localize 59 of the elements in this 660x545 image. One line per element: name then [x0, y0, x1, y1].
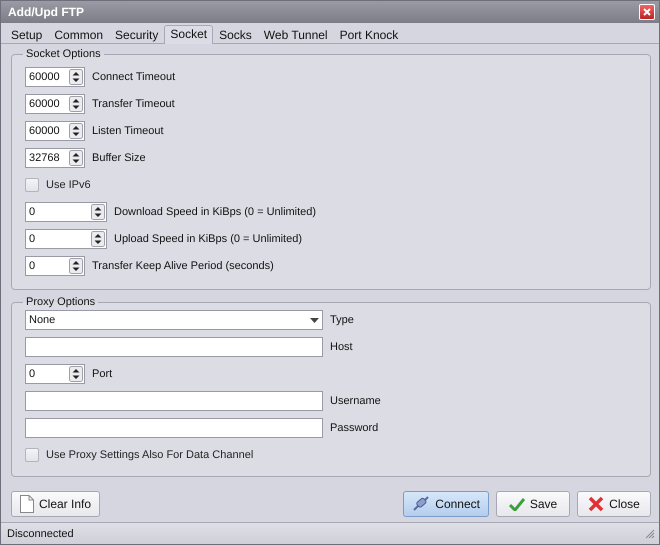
tab[interactable]: Security	[109, 26, 164, 43]
input-field[interactable]	[25, 391, 323, 411]
status-text: Disconnected	[7, 528, 74, 540]
spin-field[interactable]: 32768	[25, 148, 85, 168]
group-title: Proxy Options	[25, 296, 96, 308]
tab[interactable]: Socks	[213, 26, 258, 43]
spin-arrows-icon[interactable]	[69, 96, 83, 112]
field-label: Host	[330, 341, 353, 353]
spin-arrows-icon[interactable]	[91, 204, 105, 220]
checkbox-label: Use IPv6	[46, 179, 91, 191]
spin-arrows-icon[interactable]	[69, 69, 83, 85]
close-button[interactable]: Close	[577, 491, 651, 517]
spin-field[interactable]: 0	[25, 202, 107, 222]
input-field[interactable]	[25, 337, 323, 357]
spin-field[interactable]: 60000	[25, 121, 85, 141]
checkbox[interactable]	[25, 448, 39, 462]
tab[interactable]: Web Tunnel	[258, 26, 334, 43]
input-field[interactable]	[25, 418, 323, 438]
clear-button[interactable]: Clear Info	[11, 491, 100, 517]
field-label: Port	[92, 368, 112, 380]
close-icon	[643, 8, 651, 16]
connect-button[interactable]: Connect	[403, 491, 489, 517]
field-label: Upload Speed in KiBps (0 = Unlimited)	[114, 233, 302, 245]
spin-arrows-icon[interactable]	[69, 123, 83, 139]
checkbox-label: Use Proxy Settings Also For Data Channel	[46, 449, 254, 461]
tab[interactable]: Port Knock	[334, 26, 404, 43]
close-icon	[588, 496, 604, 512]
spin-field[interactable]: 0	[25, 364, 85, 384]
field-label: Transfer Timeout	[92, 98, 175, 110]
spin-field[interactable]: 0	[25, 229, 107, 249]
field-label: Transfer Keep Alive Period (seconds)	[92, 260, 274, 272]
spin-arrows-icon[interactable]	[69, 258, 83, 274]
checkmark-icon	[508, 497, 525, 511]
spin-field[interactable]: 60000	[25, 67, 85, 87]
spin-field[interactable]: 60000	[25, 94, 85, 114]
spin-arrows-icon[interactable]	[91, 231, 105, 247]
spin-arrows-icon[interactable]	[69, 150, 83, 166]
checkbox[interactable]	[25, 178, 39, 192]
field-label: Download Speed in KiBps (0 = Unlimited)	[114, 206, 316, 218]
plug-icon	[412, 496, 430, 512]
spin-arrows-icon[interactable]	[69, 366, 83, 382]
dropdown-caret-icon	[310, 318, 319, 322]
tab[interactable]: Setup	[5, 26, 48, 43]
tab[interactable]: Socket	[164, 25, 214, 44]
field-label: Connect Timeout	[92, 71, 176, 83]
field-label: Buffer Size	[92, 152, 146, 164]
resize-grip-icon	[645, 528, 655, 538]
field-label: Username	[330, 395, 381, 407]
document-icon	[20, 495, 34, 513]
field-label: Password	[330, 422, 378, 434]
type-dropdown[interactable]: None	[25, 310, 323, 330]
field-label: Type	[330, 314, 354, 326]
group-title: Socket Options	[25, 48, 102, 60]
close-button[interactable]	[639, 4, 655, 20]
tab[interactable]: Common	[48, 26, 110, 43]
window-title: Add/Upd FTP	[8, 5, 84, 19]
save-button[interactable]: Save	[496, 491, 570, 517]
field-label: Listen Timeout	[92, 125, 164, 137]
spin-field[interactable]: 0	[25, 256, 85, 276]
